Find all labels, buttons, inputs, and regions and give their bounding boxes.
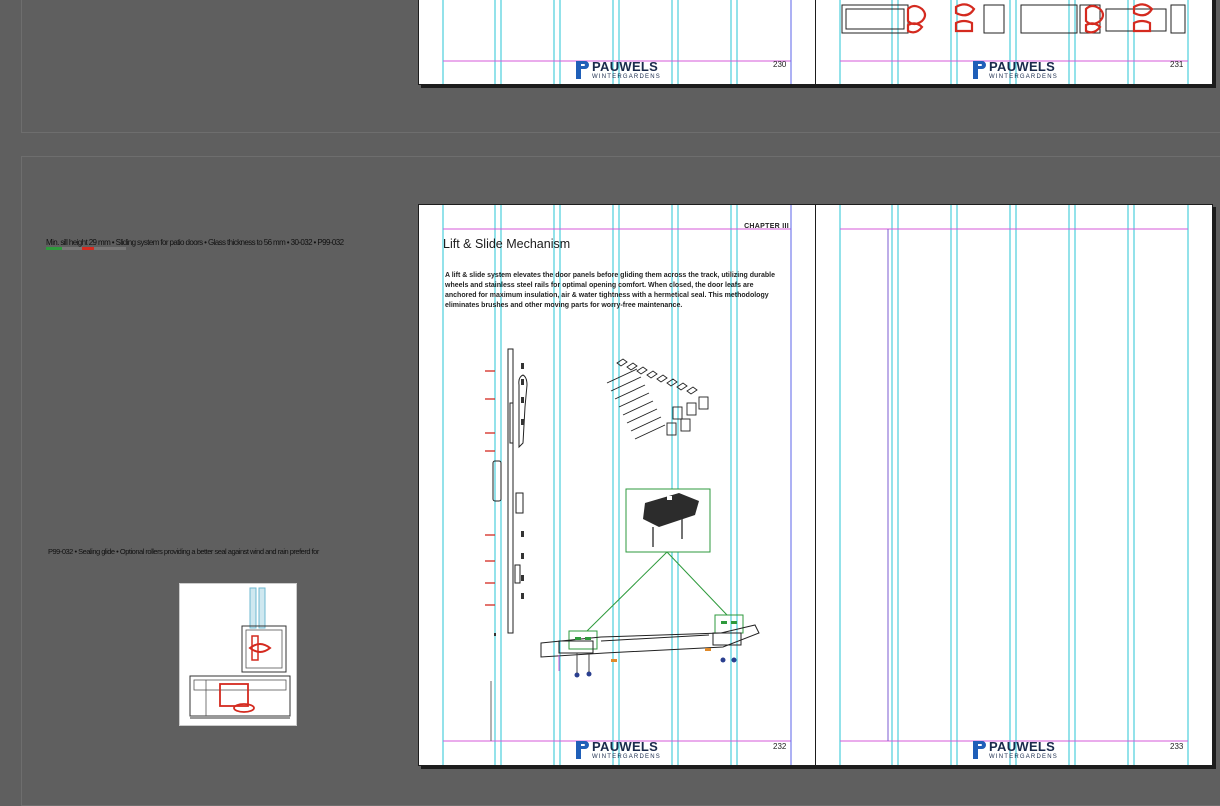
brand-subtitle: WINTERGARDENS	[592, 754, 661, 760]
page-number: 230	[773, 60, 787, 69]
brand-subtitle: WINTERGARDENS	[989, 74, 1058, 80]
pasteboard-overset-text-2[interactable]: P99-032 • Sealing glide • Optional rolle…	[48, 547, 319, 556]
pauwels-logo-icon	[576, 61, 589, 79]
brand-logo: PAUWELS WINTERGARDENS	[575, 740, 661, 760]
brand-name: PAUWELS	[592, 59, 659, 74]
page-number: 231	[1170, 60, 1184, 69]
page-guides	[839, 205, 1189, 765]
brand-name: PAUWELS	[989, 739, 1056, 754]
page-number: 232	[773, 742, 787, 751]
lift-slide-hardware-exploded-drawing-icon[interactable]	[477, 343, 767, 678]
brand-name: PAUWELS	[592, 739, 659, 754]
section-profile-drawing-icon	[189, 587, 291, 719]
page-number: 233	[1170, 742, 1184, 751]
brand-subtitle: WINTERGARDENS	[989, 754, 1058, 760]
overset-text-line: Min. sill height 29 mm • Sliding system …	[46, 238, 344, 247]
overset-color-strip-icon	[46, 247, 126, 250]
pauwels-logo-icon	[576, 741, 589, 759]
profile-section-drawing-icon	[841, 3, 1186, 34]
brand-subtitle: WINTERGARDENS	[592, 74, 661, 80]
page-232[interactable]: CHAPTER III Lift & Slide Mechanism A lif…	[418, 204, 816, 766]
brand-logo: PAUWELS WINTERGARDENS	[575, 60, 661, 80]
page-heading[interactable]: Lift & Slide Mechanism	[443, 237, 570, 251]
page-230[interactable]: PAUWELS WINTERGARDENS 230	[418, 0, 816, 85]
page-231[interactable]: PAUWELS WINTERGARDENS 231	[815, 0, 1213, 85]
brand-logo: PAUWELS WINTERGARDENS	[972, 740, 1058, 760]
brand-logo: PAUWELS WINTERGARDENS	[972, 60, 1058, 80]
pasteboard-profile-thumbnail[interactable]	[179, 583, 297, 726]
chapter-label: CHAPTER III	[744, 223, 789, 230]
pasteboard-overset-text-1[interactable]: Min. sill height 29 mm • Sliding system …	[46, 238, 344, 250]
pauwels-logo-icon	[973, 61, 986, 79]
pauwels-logo-icon	[973, 741, 986, 759]
body-text-frame[interactable]: A lift & slide system elevates the door …	[445, 271, 781, 311]
brand-name: PAUWELS	[989, 59, 1056, 74]
overset-text-line: P99-032 • Sealing glide • Optional rolle…	[48, 547, 319, 556]
page-233[interactable]: PAUWELS WINTERGARDENS 233	[815, 204, 1213, 766]
